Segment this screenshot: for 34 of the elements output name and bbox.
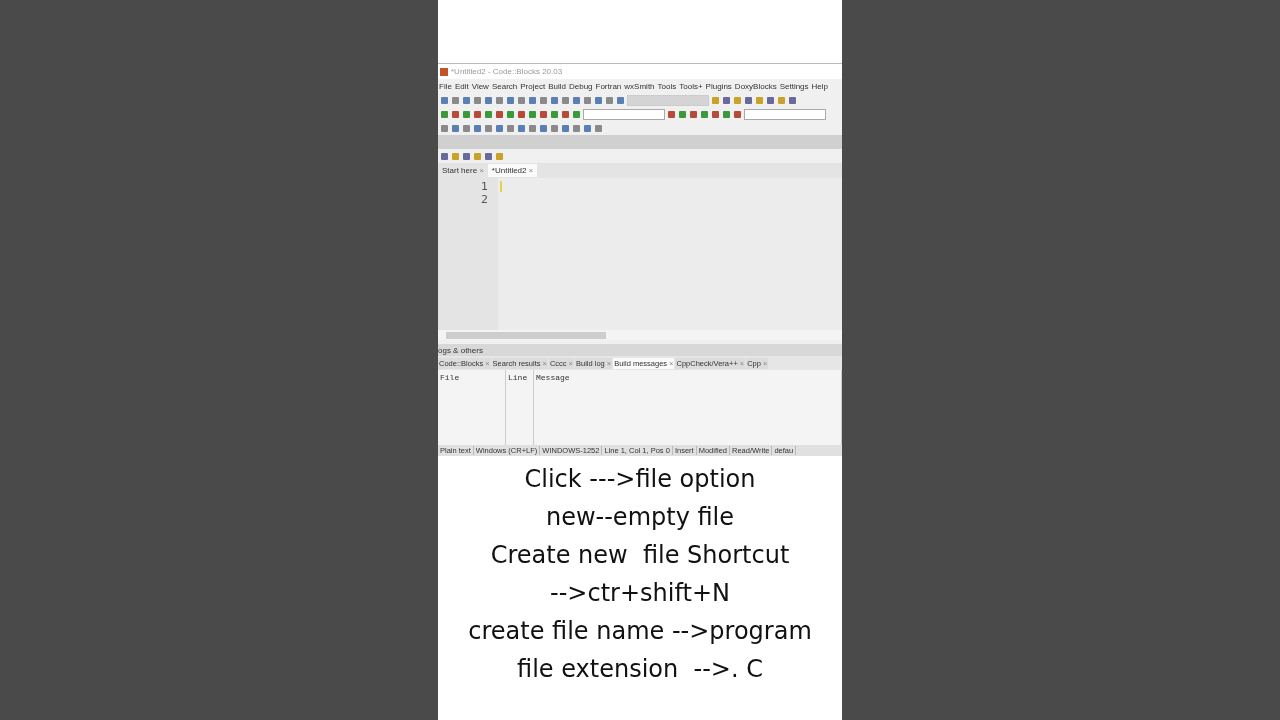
dropdown[interactable]: [744, 108, 826, 120]
menu-item[interactable]: View: [471, 81, 489, 91]
editor-tab[interactable]: *Untitled2 ×: [487, 164, 538, 177]
column-header: File: [440, 373, 460, 382]
panel-title: ogs & others: [438, 345, 483, 355]
menu-item[interactable]: Build: [548, 81, 566, 91]
app-icon: [440, 67, 448, 76]
menu-item[interactable]: wxSmith: [624, 81, 655, 91]
menu-item[interactable]: Tools+: [679, 81, 703, 91]
caption-line: create file name -->program: [468, 616, 812, 647]
menu-item[interactable]: Plugins: [705, 81, 732, 91]
menu-item[interactable]: Fortran: [595, 81, 622, 91]
caption-line: Create new file Shortcut: [490, 540, 790, 571]
menu-item[interactable]: Edit: [454, 81, 469, 91]
menu-item[interactable]: Project: [520, 81, 546, 91]
window-title: *Untitled2 - Code::Blocks 20.03: [451, 67, 563, 76]
line-number: 1: [481, 180, 488, 193]
column-header: Line: [508, 373, 528, 382]
caption-line: new--empty file: [545, 502, 735, 533]
line-number: 2: [481, 193, 488, 206]
menu-item[interactable]: Settings: [779, 81, 809, 91]
caption-line: file extension -->. C: [517, 654, 763, 685]
dropdown[interactable]: [583, 108, 665, 120]
menu-item[interactable]: Tools: [657, 81, 677, 91]
text-cursor: [500, 181, 502, 192]
column-header: Message: [536, 373, 570, 382]
caption-line: -->ctr+shift+N: [550, 578, 730, 609]
scrollbar-thumb[interactable]: [446, 331, 606, 339]
caption-line: Click --->file option: [524, 464, 756, 495]
menu-item[interactable]: Debug: [568, 81, 593, 91]
menu-item[interactable]: Help: [811, 81, 828, 91]
menu-item[interactable]: Search: [491, 81, 518, 91]
menu-item[interactable]: DoxyBlocks: [734, 81, 777, 91]
menu-item[interactable]: File: [439, 81, 452, 91]
